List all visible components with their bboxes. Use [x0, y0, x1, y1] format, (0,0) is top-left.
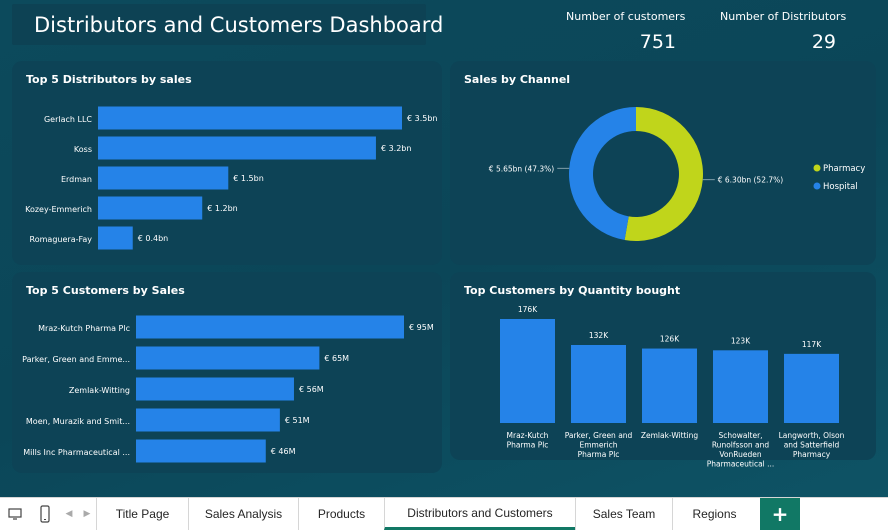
card-top-customers-qty[interactable]: Top Customers by Quantity bought 176K Mra… — [450, 272, 876, 469]
data-label: 123K — [731, 336, 751, 345]
bar[interactable] — [136, 408, 280, 432]
kpi-distributors-label: Number of Distributors — [720, 10, 847, 23]
add-page-label: + — [771, 502, 789, 526]
tab-title-page[interactable]: Title Page — [96, 498, 188, 530]
data-label: € 56M — [299, 385, 324, 394]
tab-label: Distributors and Customers — [407, 505, 553, 520]
bar[interactable] — [98, 226, 133, 250]
scroll-left-icon[interactable]: ◀ — [60, 498, 78, 530]
kpi-customers-label: Number of customers — [566, 10, 686, 23]
legend-marker — [813, 164, 821, 172]
legend-label[interactable]: Pharmacy — [823, 164, 865, 174]
category-label: Romaguera-Fay — [30, 235, 93, 244]
pie-slice[interactable] — [569, 107, 636, 241]
data-label: € 46M — [271, 447, 296, 456]
chart-top-customers-qty[interactable]: 176K Mraz-Kutch Pharma Plc 132K Parker, Gree… — [450, 272, 876, 490]
card-sales-by-channel[interactable]: Sales by Channel € 6.30bn (52.7%) € 5.65b… — [450, 61, 876, 265]
data-label: € 1.5bn — [233, 174, 264, 183]
kpi-distributors: Number of Distributors 29 — [720, 10, 847, 53]
kpi-customers: Number of customers 751 — [566, 10, 686, 53]
mobile-view-icon[interactable] — [30, 498, 60, 530]
chart-sales-by-channel[interactable]: € 6.30bn (52.7%) € 5.65bn (47.3%) Pharmacy… — [450, 61, 876, 265]
legend-label[interactable]: Hospital — [823, 182, 858, 192]
data-label: € 65M — [324, 354, 349, 363]
chart-top-distributors[interactable]: Gerlach LLC € 3.5bn Koss € 3.2bn Erdman € 1.5… — [12, 61, 442, 265]
category-label: Schowalter, Runolfsson and VonRueden Pharma… — [707, 431, 775, 469]
tab-label: Sales Analysis — [204, 507, 283, 521]
bar[interactable] — [500, 319, 555, 423]
pie-slice[interactable] — [624, 107, 703, 241]
bar[interactable] — [136, 346, 320, 370]
category-label: Parker, Green and Emme... — [22, 355, 130, 364]
tab-products[interactable]: Products — [298, 498, 384, 530]
add-page-button[interactable]: + — [760, 498, 800, 530]
page-tab-bar: ◀ ▶ Title Page Sales Analysis Products D… — [0, 497, 888, 530]
data-label: 126K — [660, 335, 680, 344]
category-label: Mraz-Kutch Pharma Plc — [507, 431, 549, 450]
data-label: € 1.2bn — [207, 204, 238, 213]
tab-label: Sales Team — [592, 507, 656, 521]
kpi-customers-value: 751 — [639, 31, 676, 53]
tab-label: Regions — [692, 507, 737, 521]
data-label: 117K — [802, 340, 822, 349]
desktop-view-icon[interactable] — [0, 498, 30, 530]
card-top-distributors[interactable]: Top 5 Distributors by sales Gerlach LLC €… — [12, 61, 442, 265]
category-label: Mraz-Kutch Pharma Plc — [38, 324, 130, 333]
bar[interactable] — [571, 345, 626, 423]
category-label: Parker, Green and Emmerich Pharma Plc — [565, 431, 633, 459]
legend-marker — [813, 182, 821, 190]
dashboard-title: Distributors and Customers Dashboard — [12, 4, 443, 45]
slice-label: € 5.65bn (47.3%) — [489, 164, 555, 173]
tab-sales-analysis[interactable]: Sales Analysis — [188, 498, 298, 530]
tab-label: Products — [317, 507, 366, 521]
category-label: Erdman — [61, 175, 92, 184]
category-label: Moen, Murazik and Smit... — [26, 417, 130, 426]
tab-regions[interactable]: Regions — [672, 498, 756, 530]
data-label: € 3.5bn — [407, 114, 438, 123]
tab-distributors-and-customers[interactable]: Distributors and Customers — [384, 498, 575, 530]
data-label: € 95M — [409, 323, 434, 332]
data-label: 176K — [518, 305, 538, 314]
data-label: 132K — [589, 331, 609, 340]
bar[interactable] — [136, 439, 266, 463]
category-label: Gerlach LLC — [44, 115, 92, 124]
card-top-customers-sales[interactable]: Top 5 Customers by Sales Mraz-Kutch Phar… — [12, 272, 442, 473]
category-label: Zemlak-Witting — [641, 431, 699, 440]
slice-label: € 6.30bn (52.7%) — [718, 176, 784, 185]
scroll-right-icon[interactable]: ▶ — [78, 498, 96, 530]
category-label: Kozey-Emmerich — [25, 205, 92, 214]
category-label: Koss — [74, 145, 92, 154]
tab-label: Title Page — [115, 507, 170, 521]
category-label: Mills Inc Pharmaceutical ... — [23, 448, 130, 457]
dashboard-title-text: Distributors and Customers Dashboard — [34, 12, 444, 37]
kpi-distributors-value: 29 — [811, 31, 836, 53]
bar[interactable] — [713, 350, 768, 423]
bar[interactable] — [98, 136, 376, 160]
bar[interactable] — [642, 348, 697, 423]
category-label: Langworth, Olson and Satterfield Pharmacy — [779, 431, 845, 459]
data-label: € 0.4bn — [138, 234, 169, 243]
bar[interactable] — [98, 196, 203, 220]
bar[interactable] — [98, 166, 229, 190]
data-label: € 3.2bn — [381, 144, 412, 153]
bar[interactable] — [98, 106, 402, 130]
bar[interactable] — [784, 353, 839, 423]
data-label: € 51M — [285, 416, 310, 425]
chart-top-customers-sales[interactable]: Mraz-Kutch Pharma Plc € 95M Parker, Green … — [12, 272, 442, 473]
bar[interactable] — [136, 377, 294, 401]
bar[interactable] — [136, 315, 404, 339]
category-label: Zemlak-Witting — [69, 386, 130, 395]
tab-sales-team[interactable]: Sales Team — [575, 498, 672, 530]
